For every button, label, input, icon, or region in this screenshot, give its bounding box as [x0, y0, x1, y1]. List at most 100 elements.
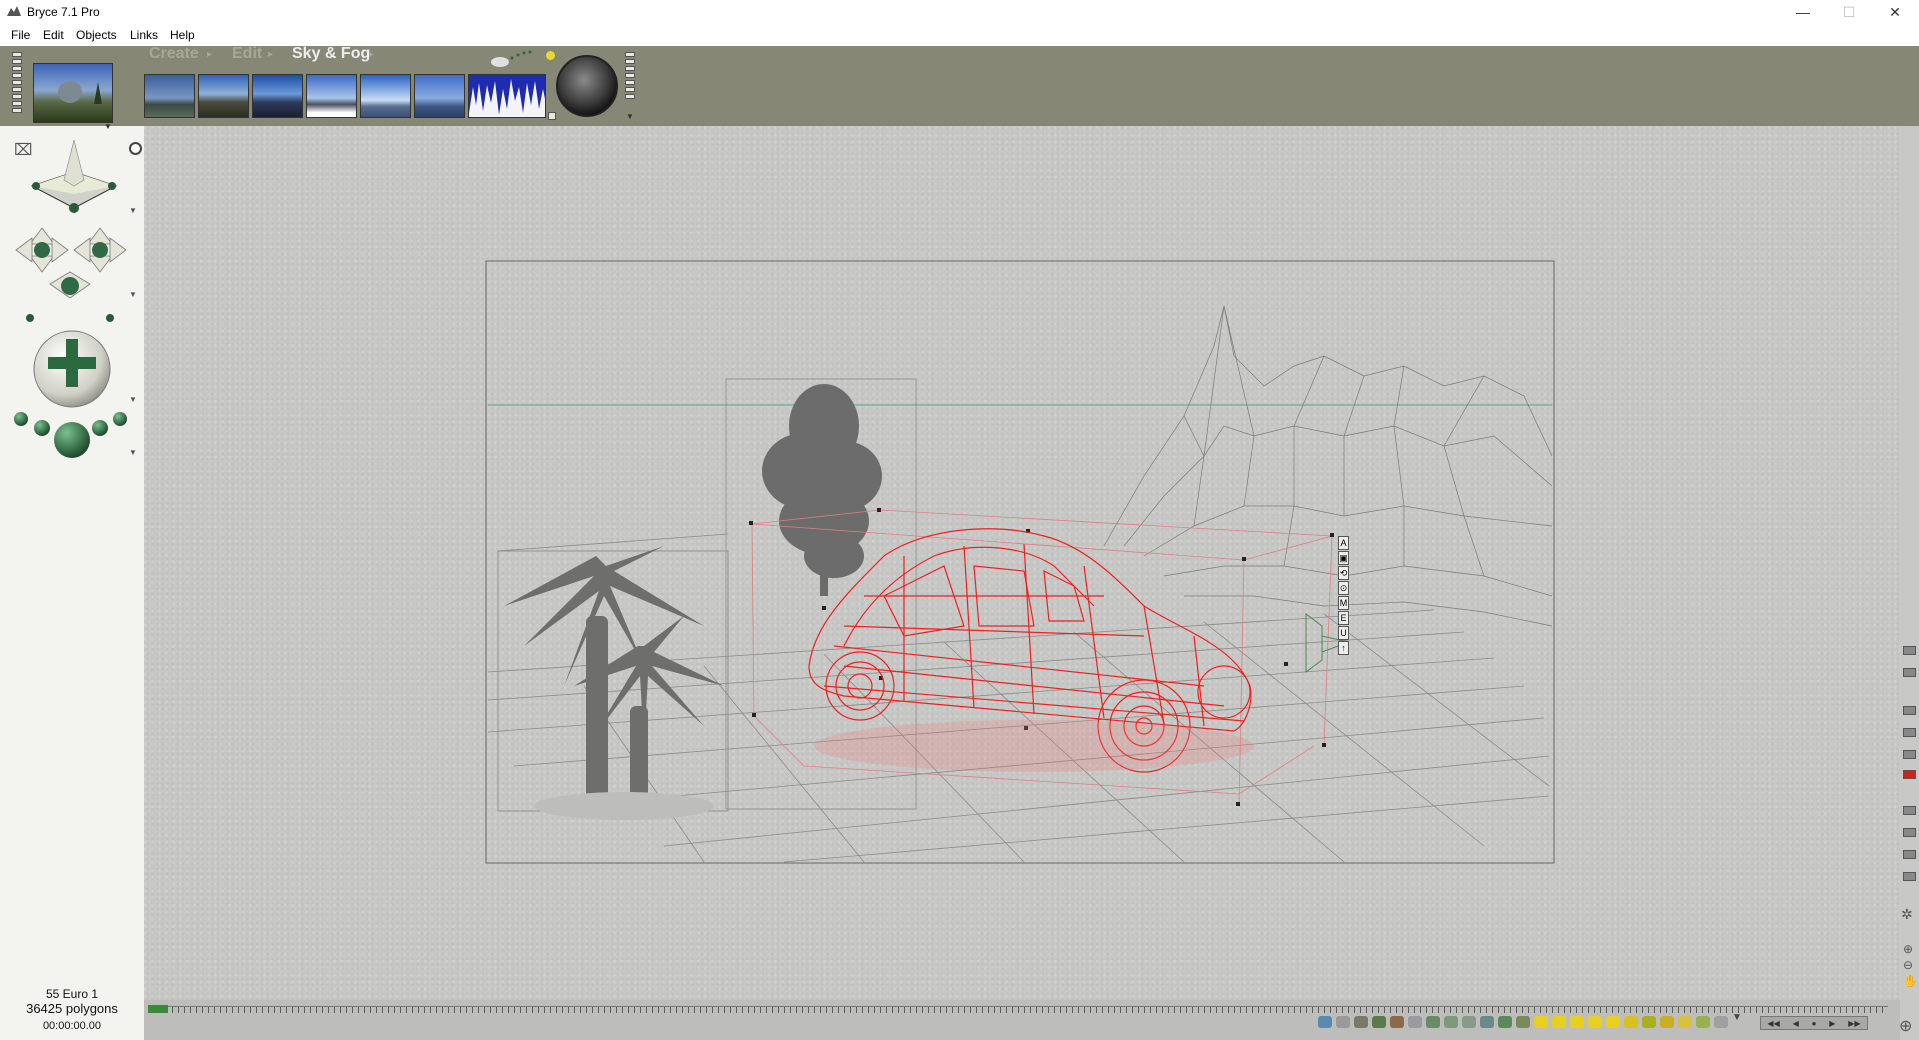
step-forward-icon[interactable]: ▶: [1829, 1019, 1835, 1028]
trackball-menu-arrow-icon[interactable]: ▼: [129, 395, 137, 404]
memory-dot-icon[interactable]: [1426, 1016, 1440, 1028]
record-icon[interactable]: [1903, 770, 1916, 779]
brush-tool-icon[interactable]: [1903, 646, 1916, 655]
eraser-tool-icon[interactable]: [1903, 668, 1916, 677]
sky-preset-thumbnail[interactable]: [414, 74, 465, 118]
render-mode-icon[interactable]: [1903, 728, 1916, 737]
preview-mode-icon[interactable]: [1903, 750, 1916, 759]
memory-dot-icon[interactable]: [1498, 1016, 1512, 1028]
play-icon[interactable]: ●: [1812, 1019, 1817, 1028]
bryce-app-icon: [7, 6, 21, 16]
memory-menu-arrow-icon[interactable]: ▼: [1732, 1012, 1742, 1023]
navigation-compass-icon[interactable]: ✲: [1901, 906, 1913, 923]
memory-dot-icon[interactable]: [1462, 1016, 1476, 1028]
menu-help[interactable]: Help: [170, 28, 195, 42]
cloud-frequency-preview[interactable]: [468, 74, 546, 118]
memory-dot-icon[interactable]: [1642, 1016, 1656, 1028]
memory-dot-icon[interactable]: [1552, 1016, 1566, 1028]
globe-icon[interactable]: ⊕: [1899, 1016, 1912, 1036]
menu-objects[interactable]: Objects: [76, 28, 117, 42]
memory-dot-icon[interactable]: [1534, 1016, 1548, 1028]
memory-dot-icon[interactable]: [1444, 1016, 1458, 1028]
menu-file[interactable]: File: [11, 28, 30, 42]
attribute-button-a[interactable]: A: [1338, 536, 1349, 550]
option-icon[interactable]: [1903, 806, 1916, 815]
display-mode-icon[interactable]: [1903, 706, 1916, 715]
step-back-icon[interactable]: ◀: [1793, 1019, 1799, 1028]
edit-button[interactable]: E: [1338, 611, 1349, 625]
memory-dot-icon[interactable]: [1336, 1016, 1350, 1028]
current-time-indicator[interactable]: [148, 1005, 168, 1013]
tab-create[interactable]: Create: [149, 45, 199, 63]
option-icon[interactable]: [1903, 872, 1916, 881]
view-menu-arrow-icon[interactable]: ▼: [129, 206, 137, 215]
camera-position-controls[interactable]: [10, 406, 130, 466]
tab-sky-fog-arrow-icon: ▸: [369, 49, 375, 60]
family-color-button[interactable]: ▣: [1338, 551, 1349, 565]
sky-preset-thumbnail[interactable]: [252, 74, 303, 118]
memory-dot-icon[interactable]: [1624, 1016, 1638, 1028]
memory-dot-icon[interactable]: [1390, 1016, 1404, 1028]
memory-dot-icon[interactable]: [1408, 1016, 1422, 1028]
car-shadow: [814, 720, 1254, 772]
memory-dot-icon[interactable]: [1570, 1016, 1584, 1028]
cloud-waveform-graphic: [469, 75, 545, 115]
view-control[interactable]: [28, 136, 120, 218]
material-button[interactable]: M: [1338, 596, 1349, 610]
palette-menu-arrow-icon[interactable]: ▼: [626, 112, 634, 121]
cloud-moon-icon[interactable]: [488, 48, 544, 70]
memory-dot-icon[interactable]: [1516, 1016, 1530, 1028]
sun-moon-trackball[interactable]: [554, 52, 620, 118]
tree-silhouette: [762, 384, 882, 596]
scene-viewport[interactable]: A ▣ ⟲ ⊙ M E U ↑: [144, 126, 1900, 1000]
palette-stack-control[interactable]: [625, 52, 635, 101]
object-attribute-bar: A ▣ ⟲ ⊙ M E U ↑: [1338, 536, 1349, 656]
nano-preview-stack-control[interactable]: [12, 52, 22, 115]
option-icon[interactable]: [1903, 850, 1916, 859]
view-option-icon[interactable]: [129, 142, 142, 155]
cross-controls-menu-arrow-icon[interactable]: ▼: [129, 290, 137, 299]
memory-dot-icon[interactable]: [1354, 1016, 1368, 1028]
memory-dot-icon[interactable]: [1696, 1016, 1710, 1028]
camera-cross-controls[interactable]: [10, 222, 130, 322]
memory-dot-icon[interactable]: [1606, 1016, 1620, 1028]
ungroup-button[interactable]: U: [1338, 626, 1349, 640]
camera-position-menu-arrow-icon[interactable]: ▼: [129, 448, 137, 457]
sky-preset-thumbnail[interactable]: [144, 74, 195, 118]
memory-dot-icon[interactable]: [1660, 1016, 1674, 1028]
sky-preset-thumbnail[interactable]: [360, 74, 411, 118]
memory-dot-icon[interactable]: [1372, 1016, 1386, 1028]
menu-edit[interactable]: Edit: [43, 28, 64, 42]
zoom-out-icon[interactable]: ⊖: [1903, 958, 1913, 972]
link-button[interactable]: ⟲: [1338, 566, 1349, 580]
nano-preview[interactable]: [33, 63, 113, 123]
sky-preset-thumbnail[interactable]: [306, 74, 357, 118]
palm-shadow: [534, 792, 714, 820]
trackball-control[interactable]: [32, 325, 112, 411]
tab-edit[interactable]: Edit: [232, 45, 262, 63]
pan-hand-icon[interactable]: ✋: [1903, 974, 1918, 988]
close-button[interactable]: ✕: [1872, 0, 1918, 24]
memory-dot-icon[interactable]: [1588, 1016, 1602, 1028]
nano-preview-menu-arrow-icon[interactable]: ▼: [104, 122, 112, 131]
terrain-wireframe: [1103, 305, 1553, 627]
rewind-icon[interactable]: ◀◀: [1767, 1019, 1779, 1028]
playback-controls[interactable]: ◀◀ ◀ ● ▶ ▶▶: [1760, 1016, 1868, 1030]
palm-trees: [504, 546, 724, 806]
sky-preset-thumbnail[interactable]: [198, 74, 249, 118]
menu-links[interactable]: Links: [130, 28, 158, 42]
maximize-button[interactable]: ☐: [1826, 0, 1872, 24]
land-object-button[interactable]: ↑: [1338, 641, 1349, 655]
memory-dot-icon[interactable]: [1318, 1016, 1332, 1028]
target-button[interactable]: ⊙: [1338, 581, 1349, 595]
time-display[interactable]: 00:00:00.00: [0, 1020, 144, 1032]
memory-dot-icon[interactable]: [1678, 1016, 1692, 1028]
memory-dot-icon[interactable]: [1480, 1016, 1494, 1028]
zoom-in-icon[interactable]: ⊕: [1903, 942, 1913, 956]
tab-sky-fog[interactable]: Sky & Fog: [292, 45, 370, 63]
minimize-button[interactable]: —: [1780, 0, 1826, 24]
memory-dot-icon[interactable]: [1714, 1016, 1728, 1028]
timeline-scrubber[interactable]: [148, 1006, 1888, 1013]
fast-forward-icon[interactable]: ▶▶: [1848, 1019, 1860, 1028]
option-icon[interactable]: [1903, 828, 1916, 837]
